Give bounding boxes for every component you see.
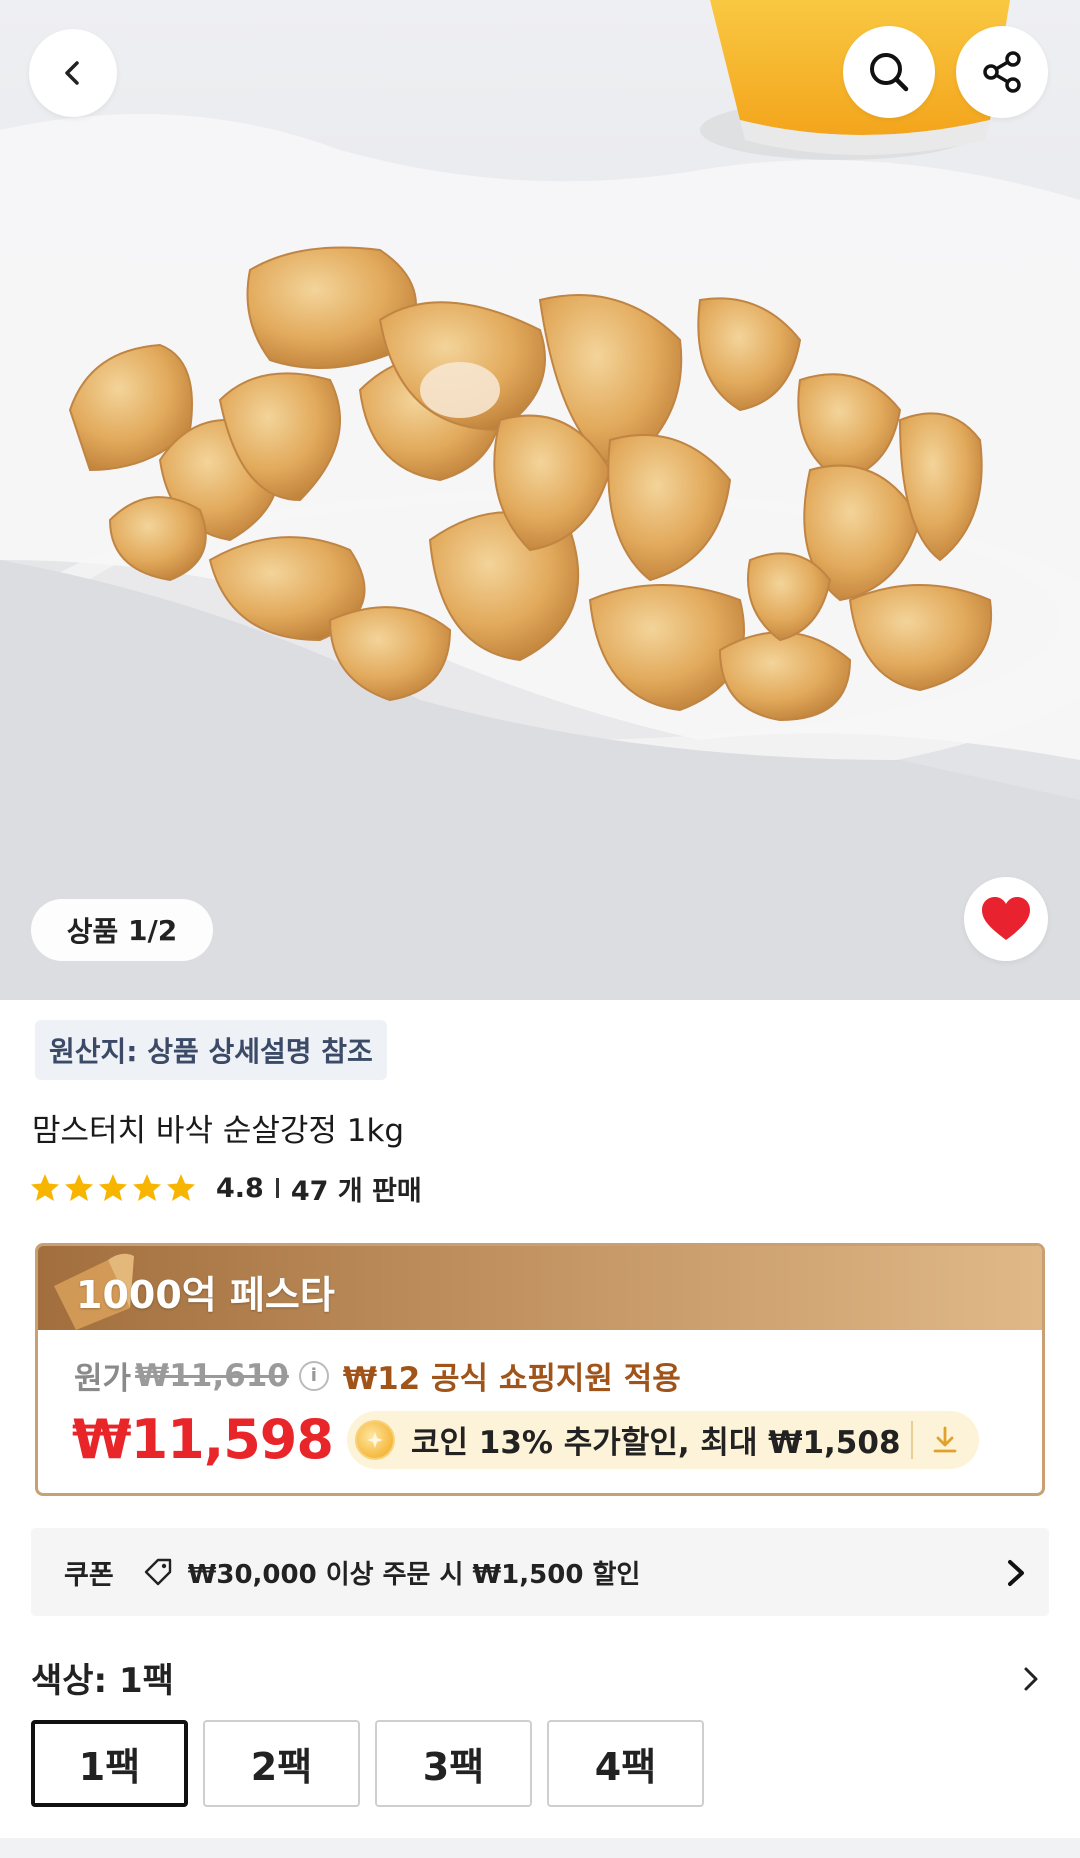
download-icon[interactable]	[929, 1424, 961, 1456]
wishlist-button[interactable]	[964, 877, 1048, 961]
coupon-text: ₩30,000 이상 주문 시 ₩1,500 할인	[187, 1559, 641, 1590]
star-icon	[167, 1174, 195, 1201]
rating-value: 4.8	[216, 1172, 264, 1204]
share-icon	[983, 51, 1021, 93]
festa-title: 1000억 페스타	[76, 1273, 335, 1317]
chevron-right-icon	[1008, 1560, 1024, 1586]
tag-icon	[144, 1558, 171, 1586]
image-counter: 상품 1/2	[31, 899, 213, 961]
origin-badge: 원산지: 상품 상세설명 참조	[35, 1020, 387, 1080]
share-button[interactable]	[956, 26, 1048, 118]
coin-discount-text: 코인 13% 추가할인, 최대 ₩1,508	[410, 1425, 901, 1461]
product-title: 맘스터치 바삭 순살강정 1kg	[32, 1113, 405, 1149]
bottom-divider	[0, 1838, 1080, 1858]
divider	[910, 1420, 913, 1459]
product-photo	[0, 0, 1080, 1000]
image-counter-value: 1/2	[128, 913, 178, 947]
search-icon	[870, 53, 909, 92]
coin-icon	[354, 1419, 395, 1460]
star-icon	[31, 1174, 59, 1201]
option-3-pack[interactable]: 3팩	[375, 1720, 532, 1807]
image-counter-label: 상품	[66, 915, 119, 948]
back-button[interactable]	[29, 29, 117, 117]
shopping-support-text: ₩12 공식 쇼핑지원 적용	[342, 1361, 681, 1397]
original-price: ₩11,610	[135, 1357, 289, 1394]
star-icon	[99, 1174, 127, 1201]
original-price-label: 원가	[74, 1361, 132, 1397]
sold-count: 47 개 판매	[290, 1175, 422, 1207]
search-button[interactable]	[843, 26, 935, 118]
option-list: 1팩 2팩 3팩 4팩	[31, 1720, 704, 1807]
back-icon	[65, 61, 79, 85]
festa-header: 1000억 페스타	[38, 1246, 1042, 1330]
coupon-row[interactable]: 쿠폰 ₩30,000 이상 주문 시 ₩1,500 할인	[31, 1528, 1049, 1616]
rating-row[interactable]: 4.8 47 개 판매	[30, 1168, 422, 1208]
option-2-pack[interactable]: 2팩	[203, 1720, 360, 1807]
product-image-gallery[interactable]: 상품 1/2	[0, 0, 1080, 1000]
option-title: 색상: 1팩	[31, 1661, 174, 1701]
price-row: ₩11,598 코인 13% 추가할인, 최대 ₩1,508	[72, 1408, 979, 1471]
star-icon	[65, 1174, 93, 1201]
sale-price: ₩11,598	[72, 1408, 334, 1471]
star-icon	[133, 1174, 161, 1201]
heart-icon	[982, 897, 1030, 940]
info-icon[interactable]: i	[298, 1360, 329, 1391]
coupon-label: 쿠폰	[64, 1559, 114, 1591]
coin-discount-pill[interactable]: 코인 13% 추가할인, 최대 ₩1,508	[346, 1410, 979, 1469]
option-1-pack[interactable]: 1팩	[31, 1720, 188, 1807]
original-price-row: 원가 ₩11,610 i ₩12 공식 쇼핑지원 적용	[74, 1353, 681, 1398]
chevron-right-icon[interactable]	[1020, 1665, 1042, 1693]
rating-stars	[30, 1173, 196, 1203]
festa-price-box: 1000억 페스타 원가 ₩11,610 i ₩12 공식 쇼핑지원 적용 ₩1…	[35, 1243, 1045, 1496]
divider	[275, 1178, 279, 1198]
option-4-pack[interactable]: 4팩	[547, 1720, 704, 1807]
